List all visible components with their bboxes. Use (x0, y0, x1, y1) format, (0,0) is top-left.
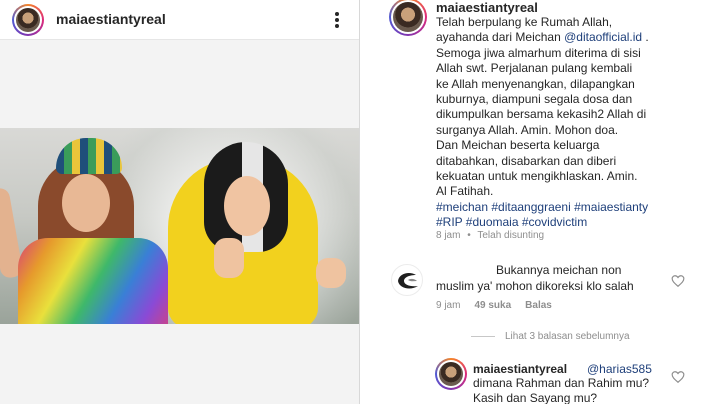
caption-username[interactable]: maiaestiantyreal (436, 0, 538, 15)
caption-line: ke Allah menyenangkan, dilapangkan (436, 76, 635, 91)
post-username[interactable]: maiaestiantyreal (56, 11, 166, 27)
caption-line: Semoga jiwa almarhum diterima di sisi (436, 45, 641, 60)
post-panel: maiaestiantyreal (0, 0, 360, 404)
hashtags[interactable]: #RIP #duomaia #covidvictim (436, 215, 711, 230)
caption-line: kekuatan untuk mengikhlaskan. Amin. (436, 169, 638, 184)
caption-time[interactable]: 8 jam (436, 230, 460, 241)
divider (471, 336, 495, 337)
more-options-icon[interactable] (330, 10, 344, 30)
post-header: maiaestiantyreal (0, 0, 359, 40)
caption-line: Al Fatihah. (436, 184, 494, 199)
caption-line: Allah swt. Perjalanan pulang kembali (436, 61, 633, 76)
caption-line: Dan Meichan beserta keluarga (436, 138, 600, 153)
commenter-logo-icon (398, 273, 418, 289)
comment-time[interactable]: 9 jam (436, 300, 460, 311)
avatar-icon (16, 8, 40, 32)
caption-line: surganya Allah. Amin. Mohon doa. (436, 122, 619, 137)
edited-label: Telah disunting (477, 230, 545, 241)
caption-line: dikumpulkan bersama kekasih2 Allah di (436, 107, 647, 122)
comment-meta: 9 jam 49 suka Balas (436, 300, 552, 311)
comment-text: Bukannya meichan non muslim ya' mohon di… (436, 263, 634, 293)
reply-text: dimana Rahman dan Rahim mu? Kasih dan Sa… (473, 376, 650, 404)
commenter-avatar[interactable] (391, 264, 423, 296)
profile-avatar[interactable] (12, 4, 44, 36)
hashtags[interactable]: #meichan #ditaanggraeni #maiaestianty (436, 200, 711, 215)
comments-panel: maiaestiantyreal Telah berpulang ke Ruma… (361, 0, 720, 404)
view-replies-label[interactable]: Lihat 3 balasan sebelumnya (505, 331, 630, 342)
caption-line: ditabahkan, disabarkan dan diberi (436, 153, 617, 168)
heart-icon[interactable] (671, 370, 685, 384)
post-photo[interactable] (0, 128, 359, 324)
view-replies[interactable]: Lihat 3 balasan sebelumnya (471, 331, 630, 342)
avatar-icon (393, 2, 423, 32)
caption-avatar[interactable] (389, 0, 427, 36)
caption-line: kuburnya, diampuni segala dosa dan (436, 92, 633, 107)
mention-link[interactable]: @ditaofficial.id (564, 30, 642, 44)
comment-likes[interactable]: 49 suka (474, 300, 511, 311)
caption-text: Telah berpulang ke Rumah Allah, ayahanda… (436, 15, 711, 231)
caption-meta: 8 jam • Telah disunting (436, 230, 545, 241)
reply-button[interactable]: Balas (525, 300, 552, 311)
reply-username[interactable]: maiaestiantyreal (473, 362, 567, 376)
avatar-icon (439, 362, 463, 386)
caption-line: ayahanda dari Meichan @ditaofficial.id . (436, 30, 649, 45)
mention-link[interactable]: @harias585 (587, 362, 652, 376)
heart-icon[interactable] (671, 274, 685, 288)
caption-line: Telah berpulang ke Rumah Allah, (436, 15, 613, 29)
reply-avatar[interactable] (435, 358, 467, 390)
